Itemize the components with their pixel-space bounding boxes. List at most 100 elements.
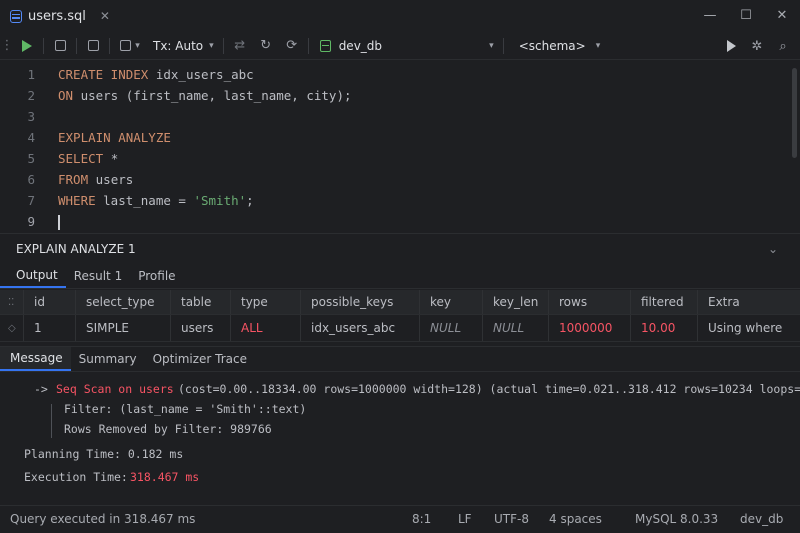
sql-dialect[interactable]: MySQL 8.0.33	[635, 512, 718, 526]
run-file-button[interactable]	[718, 33, 744, 59]
table-cell[interactable]: 10.00	[631, 315, 698, 341]
sql-keyword: ON	[58, 88, 81, 103]
row-selector[interactable]: ◇	[0, 315, 24, 341]
editor-scrollbar[interactable]	[792, 68, 797, 158]
debug-button[interactable]: ✲	[744, 33, 770, 59]
file-tab[interactable]: users.sql ✕	[0, 0, 120, 32]
toolbar-right-actions: ✲ ⌕	[718, 33, 796, 59]
line-number: 2	[27, 88, 35, 103]
refresh-button[interactable]: ⟳	[279, 33, 305, 59]
tab-profile[interactable]: Profile	[130, 263, 183, 288]
table-cell[interactable]: NULL	[483, 315, 549, 341]
code-text: FROM users	[58, 172, 133, 187]
status-bar: Query executed in 318.467 ms 8:1 LF UTF-…	[0, 505, 800, 533]
column-header[interactable]: type	[231, 290, 301, 314]
current-database[interactable]: dev_db	[740, 512, 783, 526]
schema-select[interactable]: <schema> ▾	[507, 39, 601, 53]
table-cell[interactable]: SIMPLE	[76, 315, 171, 341]
code-text: ON users (first_name, last_name, city);	[58, 88, 352, 103]
code-line[interactable]: 7 WHERE last_name = 'Smith';	[0, 190, 253, 211]
sql-editor[interactable]: 1 CREATE INDEX idx_users_abc 2 ON users (fi…	[0, 60, 800, 233]
column-header[interactable]: id	[24, 290, 76, 314]
title-bar: users.sql ✕ — ☐ ✕	[0, 0, 800, 32]
collapse-panel-icon[interactable]: ⌄	[768, 242, 778, 256]
close-window-button[interactable]: ✕	[764, 0, 800, 32]
execute-button[interactable]	[14, 33, 40, 59]
results-panel-title: EXPLAIN ANALYZE 1	[16, 241, 136, 256]
column-header[interactable]: table	[171, 290, 231, 314]
code-line[interactable]: 2 ON users (first_name, last_name, city);	[0, 85, 351, 106]
explain-icon	[87, 40, 99, 51]
output-options-button[interactable]: ▾	[113, 33, 147, 59]
datasource-select[interactable]: dev_db ▾	[312, 39, 500, 53]
line-number: 9	[27, 214, 35, 229]
sql-string: 'Smith'	[193, 193, 247, 208]
more-icon[interactable]: ⋮	[0, 33, 14, 59]
maximize-button[interactable]: ☐	[728, 0, 764, 32]
line-number: 1	[27, 67, 35, 82]
message-tabs: Message Summary Optimizer Trace	[0, 346, 800, 372]
column-header[interactable]: possible_keys	[301, 290, 420, 314]
tab-optimizer-trace[interactable]: Optimizer Trace	[145, 347, 255, 371]
table-cell[interactable]: ALL	[231, 315, 301, 341]
column-header[interactable]: filtered	[631, 290, 698, 314]
seq-scan-node: Seq Scan on users	[56, 382, 174, 396]
rollback-button[interactable]: ↻	[253, 33, 279, 59]
line-separator[interactable]: LF	[458, 512, 472, 526]
code-line[interactable]: 1 CREATE INDEX idx_users_abc	[0, 64, 253, 85]
table-cell[interactable]: NULL	[420, 315, 483, 341]
toolbar-divider	[307, 37, 309, 54]
cursor-position[interactable]: 8:1	[412, 512, 431, 526]
code-line[interactable]: 5 SELECT *	[0, 148, 118, 169]
toolbar-divider	[76, 37, 77, 54]
filter-line: Filter: (last_name = 'Smith'::text)	[64, 402, 307, 416]
close-tab-icon[interactable]: ✕	[100, 9, 110, 23]
sql-text: idx_users_abc	[155, 67, 254, 82]
tab-output[interactable]: Output	[0, 263, 66, 288]
column-header[interactable]: key	[420, 290, 483, 314]
line-number: 5	[27, 151, 35, 166]
line-number: 3	[27, 109, 35, 124]
search-icon: ⌕	[779, 38, 787, 54]
code-line[interactable]: 4 EXPLAIN ANALYZE	[0, 127, 170, 148]
table-cell[interactable]: 1	[24, 315, 76, 341]
line-number: 7	[27, 193, 35, 208]
search-button[interactable]: ⌕	[770, 33, 796, 59]
table-row[interactable]: ◇ 1 SIMPLE users ALL idx_users_abc NULL …	[0, 315, 800, 342]
column-header[interactable]: Extra	[698, 290, 788, 314]
code-line[interactable]: 9	[0, 211, 60, 232]
table-cell[interactable]: users	[171, 315, 231, 341]
line-number: 4	[27, 130, 35, 145]
table-cell[interactable]: Using where	[698, 315, 788, 341]
code-line[interactable]: 6 FROM users	[0, 169, 133, 190]
transaction-mode-select[interactable]: Tx: Auto ▾	[147, 39, 220, 53]
column-header[interactable]: rows	[549, 290, 631, 314]
code-text: EXPLAIN ANALYZE	[58, 130, 171, 145]
column-header[interactable]: key_len	[483, 290, 549, 314]
minimize-button[interactable]: —	[692, 0, 728, 32]
plan-arrow: ->	[34, 382, 48, 396]
table-header-row: ⁚⁚ id select_type table type possible_ke…	[0, 290, 800, 315]
code-line[interactable]: 3	[0, 106, 35, 127]
sql-keyword: WHERE	[58, 193, 104, 208]
plan-icon	[54, 40, 66, 51]
indent-setting[interactable]: 4 spaces	[549, 512, 602, 526]
explain-button[interactable]	[80, 33, 106, 59]
column-header[interactable]: select_type	[76, 290, 171, 314]
run-icon	[22, 39, 32, 52]
chevron-down-icon: ▾	[209, 40, 214, 51]
tab-summary[interactable]: Summary	[71, 347, 145, 371]
tab-message[interactable]: Message	[0, 347, 71, 371]
table-cell[interactable]: idx_users_abc	[301, 315, 420, 341]
file-encoding[interactable]: UTF-8	[494, 512, 529, 526]
table-cell[interactable]: 1000000	[549, 315, 631, 341]
editor-toolbar: ⋮ ▾ Tx: Auto ▾ ⇄ ↻ ⟳ dev_db ▾ <schema> ▾…	[0, 32, 800, 60]
sql-keyword: SELECT	[58, 151, 111, 166]
toolbar-divider	[502, 37, 504, 54]
schema-label: <schema>	[518, 38, 586, 53]
tab-result-1[interactable]: Result 1	[66, 263, 131, 288]
execution-plan-button[interactable]	[47, 33, 73, 59]
datasource-label: dev_db	[338, 38, 383, 53]
chevron-down-icon: ▾	[595, 40, 601, 51]
commit-button[interactable]: ⇄	[227, 33, 253, 59]
